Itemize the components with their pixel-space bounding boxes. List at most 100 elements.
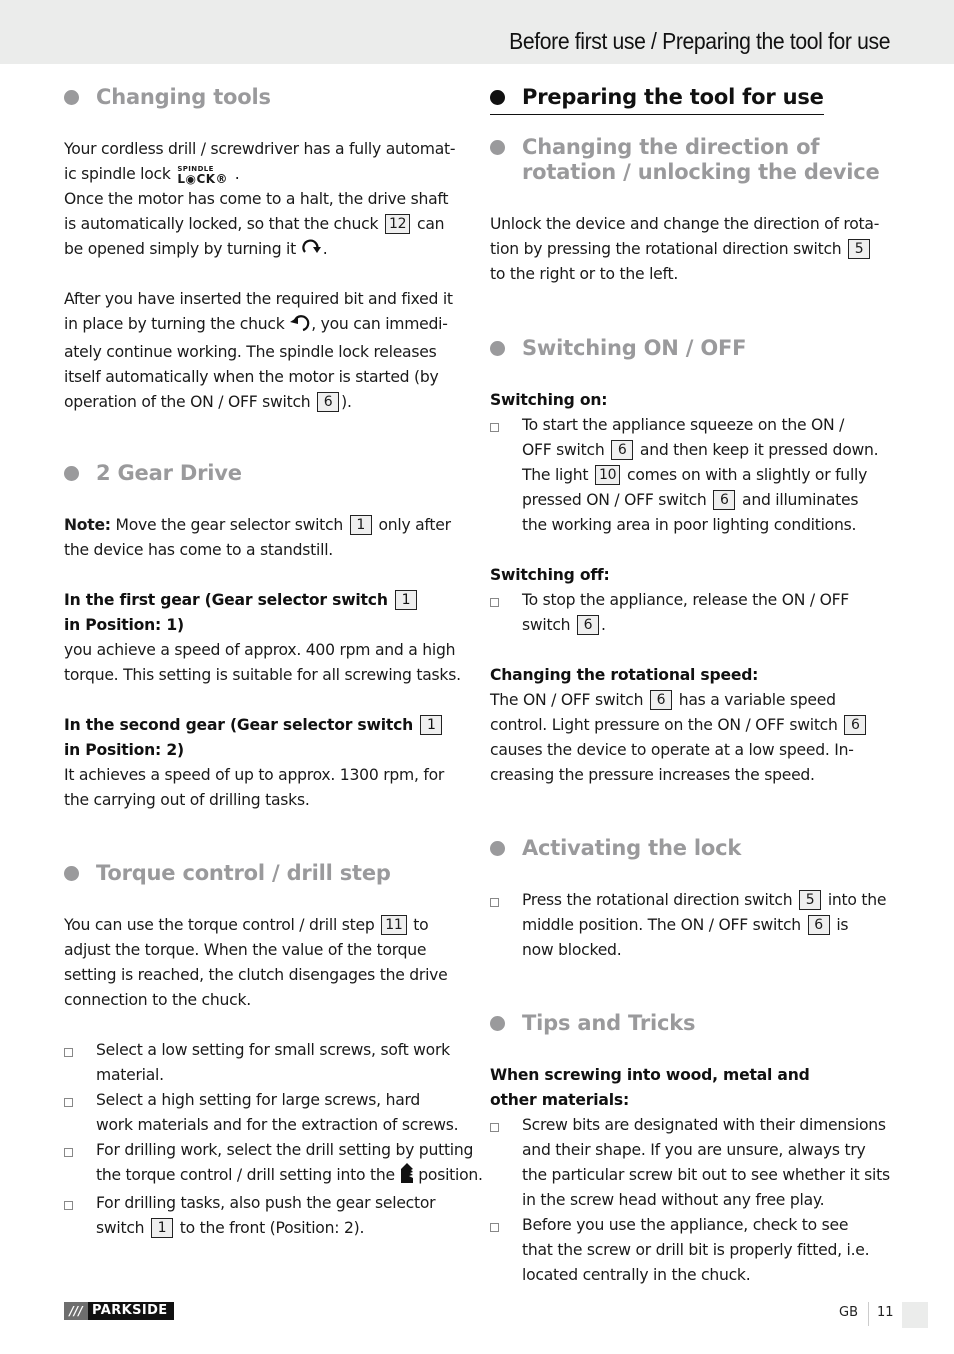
- text-line: To start the appliance squeeze on the ON…: [522, 416, 845, 434]
- text-fragment: operation of the ON / OFF switch: [64, 393, 311, 411]
- heading-text: Changing tools: [96, 85, 271, 109]
- text-line: the carrying out of drilling tasks.: [64, 791, 310, 809]
- text-line: To stop the appliance, release the ON / …: [522, 591, 850, 609]
- switching-off: Switching off: To stop the appliance, re…: [490, 563, 890, 638]
- list-item: Screw bits are designated with their dim…: [490, 1113, 890, 1213]
- section-gear-drive: 2 Gear Drive: [64, 461, 464, 486]
- text-fragment: into the: [827, 891, 887, 909]
- text-line: OFF switch 6 and then keep it pressed do…: [522, 438, 890, 463]
- text-fragment: and illuminates: [742, 491, 859, 509]
- section-heading: Activating the lock: [490, 836, 890, 861]
- text-line: Press the rotational direction switch 5 …: [522, 888, 890, 913]
- reference-number: 1: [420, 715, 443, 735]
- section-lock: Activating the lock: [490, 836, 890, 861]
- text-fragment: The light: [522, 466, 589, 484]
- subheading: Changing the rotational speed:: [490, 666, 759, 684]
- text-line: Note: Move the gear selector switch 1 on…: [64, 513, 464, 538]
- rotate-clockwise-icon: [301, 239, 323, 265]
- text-line: be opened simply by turning it .: [64, 237, 464, 265]
- checkbox-bullet-icon: [64, 1048, 73, 1057]
- text-fragment: In the second gear (Gear selector switch: [64, 716, 414, 734]
- list-item: For drilling work, select the drill sett…: [64, 1138, 483, 1191]
- text-line: causes the device to operate at a low sp…: [490, 741, 854, 759]
- subheading: in Position: 1): [64, 616, 184, 634]
- reference-number: 12: [384, 214, 411, 234]
- reference-number: 5: [848, 239, 871, 259]
- drill-symbol-icon: [400, 1163, 414, 1191]
- text-fragment: has a variable speed: [678, 691, 836, 709]
- bullet-dot-icon: [490, 341, 505, 356]
- subheading: Switching off:: [490, 566, 610, 584]
- text-line: Your cordless drill / screwdriver has a …: [64, 140, 456, 158]
- text-line: that the screw or drill bit is properly …: [522, 1241, 870, 1259]
- text-line: ic spindle lock SPINDLE L◉CK® .: [64, 162, 464, 187]
- page-number: 11: [877, 1305, 894, 1320]
- text-line: located centrally in the chuck.: [522, 1266, 751, 1284]
- text-line: setting is reached, the clutch disengage…: [64, 966, 448, 984]
- note-label: Note:: [64, 516, 111, 534]
- text-line: work materials and for the extraction of…: [96, 1116, 459, 1134]
- section-changing-tools: Changing tools: [64, 85, 464, 110]
- text-line: torque. This setting is suitable for all…: [64, 666, 461, 684]
- text-fragment: , you can immedi-: [311, 315, 448, 333]
- text-line: ately continue working. The spindle lock…: [64, 343, 437, 361]
- text-line: Once the motor has come to a halt, the d…: [64, 190, 449, 208]
- text-line: to the right or to the left.: [490, 265, 679, 283]
- reference-number: 1: [349, 515, 372, 535]
- section-heading: Tips and Tricks: [490, 1011, 890, 1036]
- changing-tools-para-2: After you have inserted the required bit…: [64, 287, 464, 415]
- section-heading: Changing the direction of rotation / unlo…: [490, 135, 890, 185]
- text-line: You can use the torque control / drill s…: [64, 913, 464, 938]
- text-line: Screw bits are designated with their dim…: [522, 1116, 886, 1134]
- text-line: itself automatically when the motor is s…: [64, 368, 439, 386]
- checkbox-bullet-icon: [64, 1148, 73, 1157]
- text-fragment: The ON / OFF switch: [490, 691, 644, 709]
- bullet-dot-icon: [490, 90, 505, 105]
- text-line: Select a high setting for large screws, …: [96, 1091, 421, 1109]
- lock-list: Press the rotational direction switch 5 …: [490, 888, 890, 963]
- text-line: switch 6.: [522, 613, 890, 638]
- changing-tools-para-1: Your cordless drill / screwdriver has a …: [64, 137, 464, 265]
- text-fragment: the torque control / drill setting into …: [96, 1166, 395, 1184]
- reference-number: 6: [611, 440, 634, 460]
- text-line: the working area in poor lighting condit…: [522, 516, 857, 534]
- reference-number: 1: [151, 1218, 173, 1238]
- text-line: in place by turning the chuck , you can …: [64, 312, 464, 340]
- text-line: pressed ON / OFF switch 6 and illuminate…: [522, 488, 890, 513]
- footer-tab: [902, 1302, 928, 1328]
- text-line: Unlock the device and change the directi…: [490, 215, 880, 233]
- text-fragment: pressed ON / OFF switch: [522, 491, 707, 509]
- heading-text: Activating the lock: [522, 836, 742, 860]
- torque-list: Select a low setting for small screws, s…: [64, 1038, 483, 1241]
- checkbox-bullet-icon: [490, 598, 499, 607]
- bullet-dot-icon: [490, 140, 505, 155]
- text-fragment: You can use the torque control / drill s…: [64, 916, 375, 934]
- bullet-dot-icon: [64, 90, 79, 105]
- section-heading: Torque control / drill step: [64, 861, 464, 886]
- gear-drive-note: Note: Move the gear selector switch 1 on…: [64, 513, 464, 563]
- text-fragment: be opened simply by turning it: [64, 240, 296, 258]
- text-fragment: .: [601, 616, 606, 634]
- heading-text: Changing the direction of rotation / unlo…: [522, 135, 880, 185]
- rotational-speed: Changing the rotational speed: The ON / …: [490, 663, 890, 788]
- text-fragment: in place by turning the chuck: [64, 315, 285, 333]
- heading-text: 2 Gear Drive: [96, 461, 242, 485]
- text-fragment: .: [230, 165, 240, 183]
- section-direction: Changing the direction of rotation / unlo…: [490, 135, 890, 185]
- page-title: Before first use / Preparing the tool fo…: [509, 28, 890, 54]
- section-heading: Changing tools: [64, 85, 464, 110]
- text-fragment: In the first gear (Gear selector switch: [64, 591, 388, 609]
- checkbox-bullet-icon: [64, 1201, 73, 1210]
- subheading: Switching on:: [490, 391, 608, 409]
- gear-drive-first: In the first gear (Gear selector switch …: [64, 588, 464, 688]
- text-line: creasing the pressure increases the spee…: [490, 766, 815, 784]
- text-line: the device has come to a standstill.: [64, 541, 333, 559]
- reference-number: 6: [807, 915, 830, 935]
- reference-number: 10: [595, 465, 621, 485]
- text-fragment: .: [322, 240, 328, 258]
- section-tips: Tips and Tricks: [490, 1011, 890, 1036]
- footer-divider: [868, 1302, 869, 1326]
- bullet-dot-icon: [490, 841, 505, 856]
- section-switching: Switching ON / OFF: [490, 336, 890, 361]
- direction-para: Unlock the device and change the directi…: [490, 212, 890, 287]
